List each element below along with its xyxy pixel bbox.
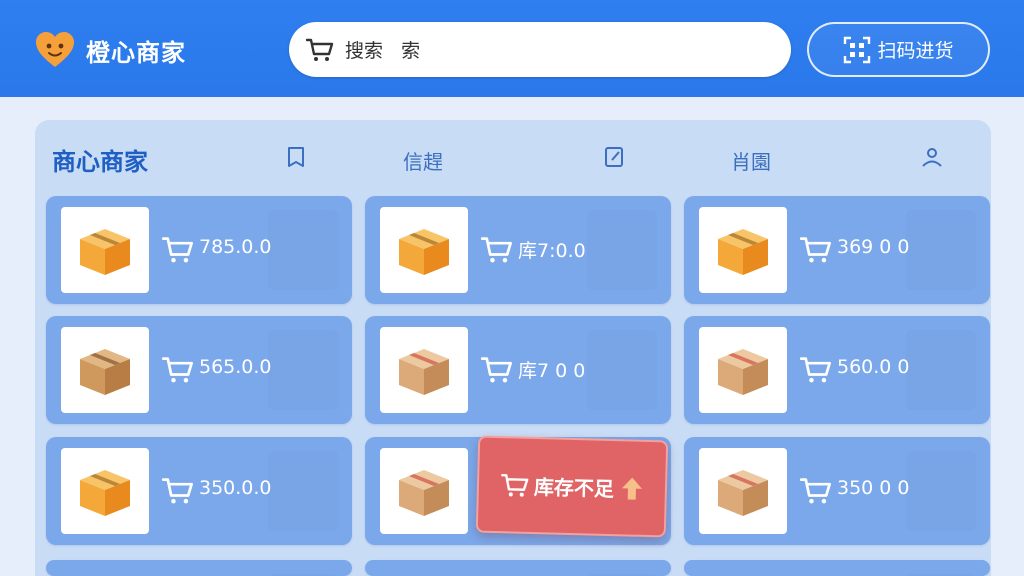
brand[interactable]: 橙心商家 (34, 30, 186, 70)
product-card[interactable]: 350.0.0 (46, 437, 352, 545)
cart-icon[interactable] (161, 233, 195, 267)
product-thumbnail (380, 448, 468, 534)
product-stock-value: 350 0 0 (837, 477, 910, 499)
product-stock-value: 369 0 0 (837, 236, 910, 258)
product-card[interactable]: 350 0 0 (684, 437, 990, 545)
product-thumbnail (380, 327, 468, 413)
nav-title: 商心商家 (52, 148, 148, 176)
product-card[interactable] (365, 560, 671, 576)
box-icon (718, 470, 768, 516)
scan-restock-button[interactable]: 扫码进货 (807, 22, 990, 77)
product-stock-value: 库7:0.0 (518, 240, 586, 262)
product-stock-value: 库7 0 0 (518, 360, 586, 382)
product-stock-value: 785.0.0 (199, 236, 272, 258)
cart-icon (305, 38, 334, 61)
product-card[interactable]: 565.0.0 (46, 316, 352, 424)
product-thumbnail (61, 448, 149, 534)
product-thumbnail (61, 207, 149, 293)
nav-item-label[interactable]: 肖園 (731, 146, 771, 175)
box-icon (80, 470, 130, 516)
scan-icon (844, 36, 871, 63)
cart-icon[interactable] (161, 353, 195, 387)
product-thumbnail (699, 327, 787, 413)
product-card[interactable]: 785.0.0 (46, 196, 352, 304)
box-icon (80, 349, 130, 395)
product-stock-value: 565.0.0 (199, 356, 272, 378)
person-icon[interactable] (920, 145, 944, 169)
box-icon (718, 229, 768, 275)
top-bar: 橙心商家 搜索 索 扫码进货 (0, 0, 1024, 97)
box-icon (399, 229, 449, 275)
product-card[interactable] (46, 560, 352, 576)
cart-icon[interactable] (799, 353, 833, 387)
box-icon (718, 349, 768, 395)
product-card[interactable]: 库7:0.0 (365, 196, 671, 304)
cart-icon[interactable] (799, 474, 833, 508)
product-stock-value: 560.0 0 (837, 356, 910, 378)
cart-icon[interactable] (799, 233, 833, 267)
product-thumbnail (61, 327, 149, 413)
box-icon (399, 349, 449, 395)
search-text: 搜索 索 (345, 40, 421, 62)
toast-message: 库存不足 (533, 475, 615, 502)
product-card[interactable]: 369 0 0 (684, 196, 990, 304)
product-card[interactable]: 库7 0 0 (365, 316, 671, 424)
scan-button-label: 扫码进货 (877, 40, 954, 62)
cart-icon[interactable] (480, 353, 514, 387)
product-card[interactable]: 560.0 0 (684, 316, 990, 424)
cart-icon[interactable] (480, 233, 514, 267)
product-thumbnail (699, 207, 787, 293)
heart-logo-icon (36, 32, 74, 67)
cart-icon (501, 473, 529, 497)
product-thumbnail (699, 448, 787, 534)
cart-icon[interactable] (161, 474, 195, 508)
product-thumbnail (380, 207, 468, 293)
brand-name: 橙心商家 (86, 38, 186, 67)
box-icon (80, 229, 130, 275)
product-stock-value: 350.0.0 (199, 477, 272, 499)
book-icon[interactable] (284, 145, 308, 169)
low-stock-toast[interactable]: 库存不足 (475, 435, 669, 538)
search-input[interactable]: 搜索 索 (289, 22, 791, 77)
nav-item-label[interactable]: 信趕 (403, 146, 443, 175)
note-icon[interactable] (602, 145, 626, 169)
product-card[interactable] (684, 560, 990, 576)
box-icon (399, 470, 449, 516)
arrow-up-icon (621, 477, 642, 500)
